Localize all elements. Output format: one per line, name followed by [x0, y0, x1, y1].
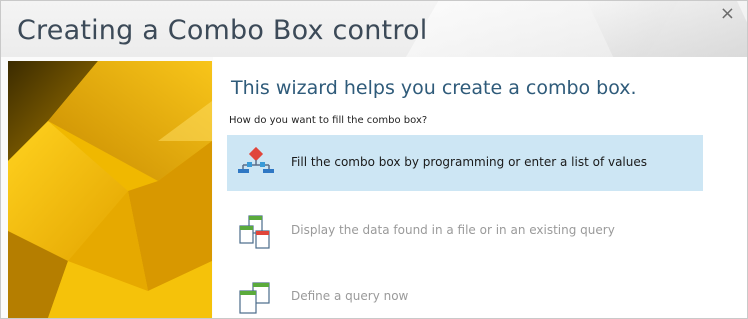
- wizard-content: This wizard helps you create a combo box…: [213, 57, 747, 318]
- hierarchy-icon: [238, 147, 274, 173]
- option-define-query[interactable]: Define a query now: [227, 269, 703, 318]
- abstract-yellow-image: [8, 61, 212, 318]
- file-query-icon: [239, 215, 270, 249]
- option-label: Define a query now: [291, 289, 409, 303]
- title-bar: Creating a Combo Box control ×: [1, 1, 747, 57]
- option-display-data[interactable]: Display the data found in a file or in a…: [227, 203, 703, 259]
- window-title: Creating a Combo Box control: [17, 15, 428, 46]
- option-label: Fill the combo box by programming or ent…: [291, 155, 648, 169]
- option-label: Display the data found in a file or in a…: [291, 223, 615, 237]
- wizard-window: Creating a Combo Box control × This wiza…: [0, 0, 748, 319]
- wizard-heading: This wizard helps you create a combo box…: [231, 77, 637, 99]
- close-button[interactable]: ×: [720, 5, 735, 23]
- option-fill-by-programming[interactable]: Fill the combo box by programming or ent…: [227, 135, 703, 191]
- wizard-side-image: [8, 61, 212, 318]
- wizard-question: How do you want to fill the combo box?: [229, 115, 428, 126]
- define-query-icon: [239, 282, 270, 314]
